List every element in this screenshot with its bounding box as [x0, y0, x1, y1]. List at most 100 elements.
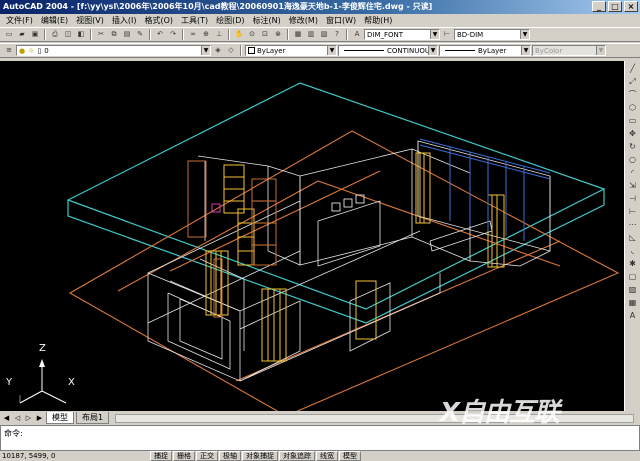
chevron-down-icon[interactable]: ▼: [430, 30, 439, 39]
publish-icon[interactable]: ◧: [75, 29, 87, 40]
chevron-down-icon: ▼: [596, 46, 605, 55]
tool-palette-icon[interactable]: ▧: [318, 29, 330, 40]
layer-manager-icon[interactable]: ≡: [3, 45, 15, 56]
menu-modify[interactable]: 修改(M): [285, 14, 322, 27]
zoom-realtime-icon[interactable]: ⊙: [246, 29, 258, 40]
tab-first-icon[interactable]: ◀: [2, 414, 11, 422]
copy-icon[interactable]: ⧉: [108, 29, 120, 40]
polyline-icon[interactable]: ⌒: [627, 89, 639, 101]
help-icon[interactable]: ?: [331, 29, 343, 40]
open-file-icon[interactable]: ▰: [16, 29, 28, 40]
wall-openings: [331, 194, 365, 212]
region-icon[interactable]: ▢: [627, 271, 639, 283]
pan-icon[interactable]: ✋: [233, 29, 245, 40]
print-icon[interactable]: ⎙: [49, 29, 61, 40]
snap-toggle[interactable]: 捕捉: [150, 451, 172, 461]
osnap-icon[interactable]: ⊕: [200, 29, 212, 40]
toolbar-separator: [287, 29, 289, 40]
layer-value: 0: [44, 46, 49, 55]
arc-icon[interactable]: ◜: [627, 167, 639, 179]
properties-icon[interactable]: ▦: [292, 29, 304, 40]
close-button[interactable]: ×: [624, 1, 638, 12]
menu-insert[interactable]: 插入(I): [108, 14, 141, 27]
menu-dimension[interactable]: 标注(N): [249, 14, 285, 27]
rectangle-icon[interactable]: ▭: [627, 115, 639, 127]
layer-previous-icon[interactable]: ◇: [225, 45, 237, 56]
chevron-down-icon[interactable]: ▼: [201, 46, 210, 55]
draw-toolbar: ╱ ⤢ ⌒ ⬡ ▭ ✥ ↻ ○ ◜ ⇲ ⊣ ⊢ ⋯ ◺ ◟ ✱ ▢ ▨ ▦ A: [624, 61, 640, 411]
chevron-down-icon[interactable]: ▼: [327, 46, 336, 55]
plotstyle-value: ByColor: [535, 46, 563, 55]
trim-icon[interactable]: ⊣: [627, 193, 639, 205]
design-center-icon[interactable]: ▥: [305, 29, 317, 40]
linetype-select[interactable]: CONTINUOUS ▼: [338, 45, 438, 56]
maximize-button[interactable]: □: [608, 1, 622, 12]
layers-properties-toolbar: ≡ ● ☼ ▯ 0 ▼ ◈ ◇ ByLayer ▼ CONTINUOUS ▼ B…: [0, 43, 640, 58]
menu-file[interactable]: 文件(F): [2, 14, 37, 27]
match-properties-icon[interactable]: ✎: [134, 29, 146, 40]
tab-layout1[interactable]: 布局1: [76, 412, 110, 424]
menu-bar: 文件(F) 编辑(E) 视图(V) 插入(I) 格式(O) 工具(T) 绘图(D…: [0, 14, 640, 27]
chevron-down-icon[interactable]: ▼: [521, 46, 530, 55]
lineweight-toggle[interactable]: 线宽: [316, 451, 338, 461]
osnap-toggle[interactable]: 对象捕捉: [242, 451, 278, 461]
break-icon[interactable]: ⋯: [627, 219, 639, 231]
tab-model[interactable]: 模型: [46, 412, 74, 424]
zoom-window-icon[interactable]: ⊡: [259, 29, 271, 40]
text-style-value: DIM_FONT: [367, 30, 404, 39]
watermark-logo: X自由互联: [440, 398, 560, 428]
redo-icon[interactable]: ↷: [167, 29, 179, 40]
table-icon[interactable]: ▦: [627, 297, 639, 309]
lineweight-select[interactable]: ByLayer ▼: [439, 45, 531, 56]
grid-toggle[interactable]: 栅格: [173, 451, 195, 461]
ortho-toggle[interactable]: 正交: [196, 451, 218, 461]
color-select[interactable]: ByLayer ▼: [245, 45, 337, 56]
tab-prev-icon[interactable]: ◁: [13, 414, 22, 422]
drawing-canvas[interactable]: Z Y X: [0, 61, 624, 411]
ucs-icon[interactable]: ⊥: [213, 29, 225, 40]
minimize-button[interactable]: _: [592, 1, 606, 12]
move-icon[interactable]: ✥: [627, 128, 639, 140]
menu-format[interactable]: 格式(O): [140, 14, 177, 27]
dim-style-select[interactable]: BD-DIM ▼: [454, 29, 530, 40]
polar-toggle[interactable]: 极轴: [219, 451, 241, 461]
preview-icon[interactable]: ◫: [62, 29, 74, 40]
tab-next-icon[interactable]: ▷: [24, 414, 33, 422]
hatch-icon[interactable]: ▨: [627, 284, 639, 296]
text-style-select[interactable]: DIM_FONT ▼: [364, 29, 440, 40]
construction-line-icon[interactable]: ⤢: [627, 76, 639, 88]
circle-icon[interactable]: ○: [627, 154, 639, 166]
new-file-icon[interactable]: ▭: [3, 29, 15, 40]
chevron-down-icon[interactable]: ▼: [428, 46, 437, 55]
stretch-icon[interactable]: ⇲: [627, 180, 639, 192]
otrack-toggle[interactable]: 对象追踪: [279, 451, 315, 461]
make-current-layer-icon[interactable]: ◈: [212, 45, 224, 56]
model-toggle[interactable]: 模型: [339, 451, 361, 461]
toolbar-separator: [149, 29, 151, 40]
save-icon[interactable]: ▣: [29, 29, 41, 40]
polygon-icon[interactable]: ⬡: [627, 102, 639, 114]
tab-last-icon[interactable]: ▶: [35, 414, 44, 422]
menu-window[interactable]: 窗口(W): [322, 14, 360, 27]
zoom-previous-icon[interactable]: ⊗: [272, 29, 284, 40]
layer-select[interactable]: ● ☼ ▯ 0 ▼: [16, 45, 211, 56]
text-style-icon: A: [354, 30, 360, 38]
extend-icon[interactable]: ⊢: [627, 206, 639, 218]
menu-view[interactable]: 视图(V): [72, 14, 108, 27]
chevron-down-icon[interactable]: ▼: [520, 30, 529, 39]
fillet-icon[interactable]: ◟: [627, 245, 639, 257]
command-prompt: 命令:: [4, 429, 23, 438]
undo-icon[interactable]: ↶: [154, 29, 166, 40]
text-icon[interactable]: A: [627, 310, 639, 322]
explode-icon[interactable]: ✱: [627, 258, 639, 270]
paste-icon[interactable]: ▤: [121, 29, 133, 40]
menu-tools[interactable]: 工具(T): [177, 14, 212, 27]
hyperlink-icon[interactable]: ∞: [187, 29, 199, 40]
menu-edit[interactable]: 编辑(E): [37, 14, 72, 27]
cut-icon[interactable]: ✂: [95, 29, 107, 40]
menu-draw[interactable]: 绘图(D): [212, 14, 248, 27]
rotate-icon[interactable]: ↻: [627, 141, 639, 153]
chamfer-icon[interactable]: ◺: [627, 232, 639, 244]
line-icon[interactable]: ╱: [627, 63, 639, 75]
menu-help[interactable]: 帮助(H): [360, 14, 396, 27]
